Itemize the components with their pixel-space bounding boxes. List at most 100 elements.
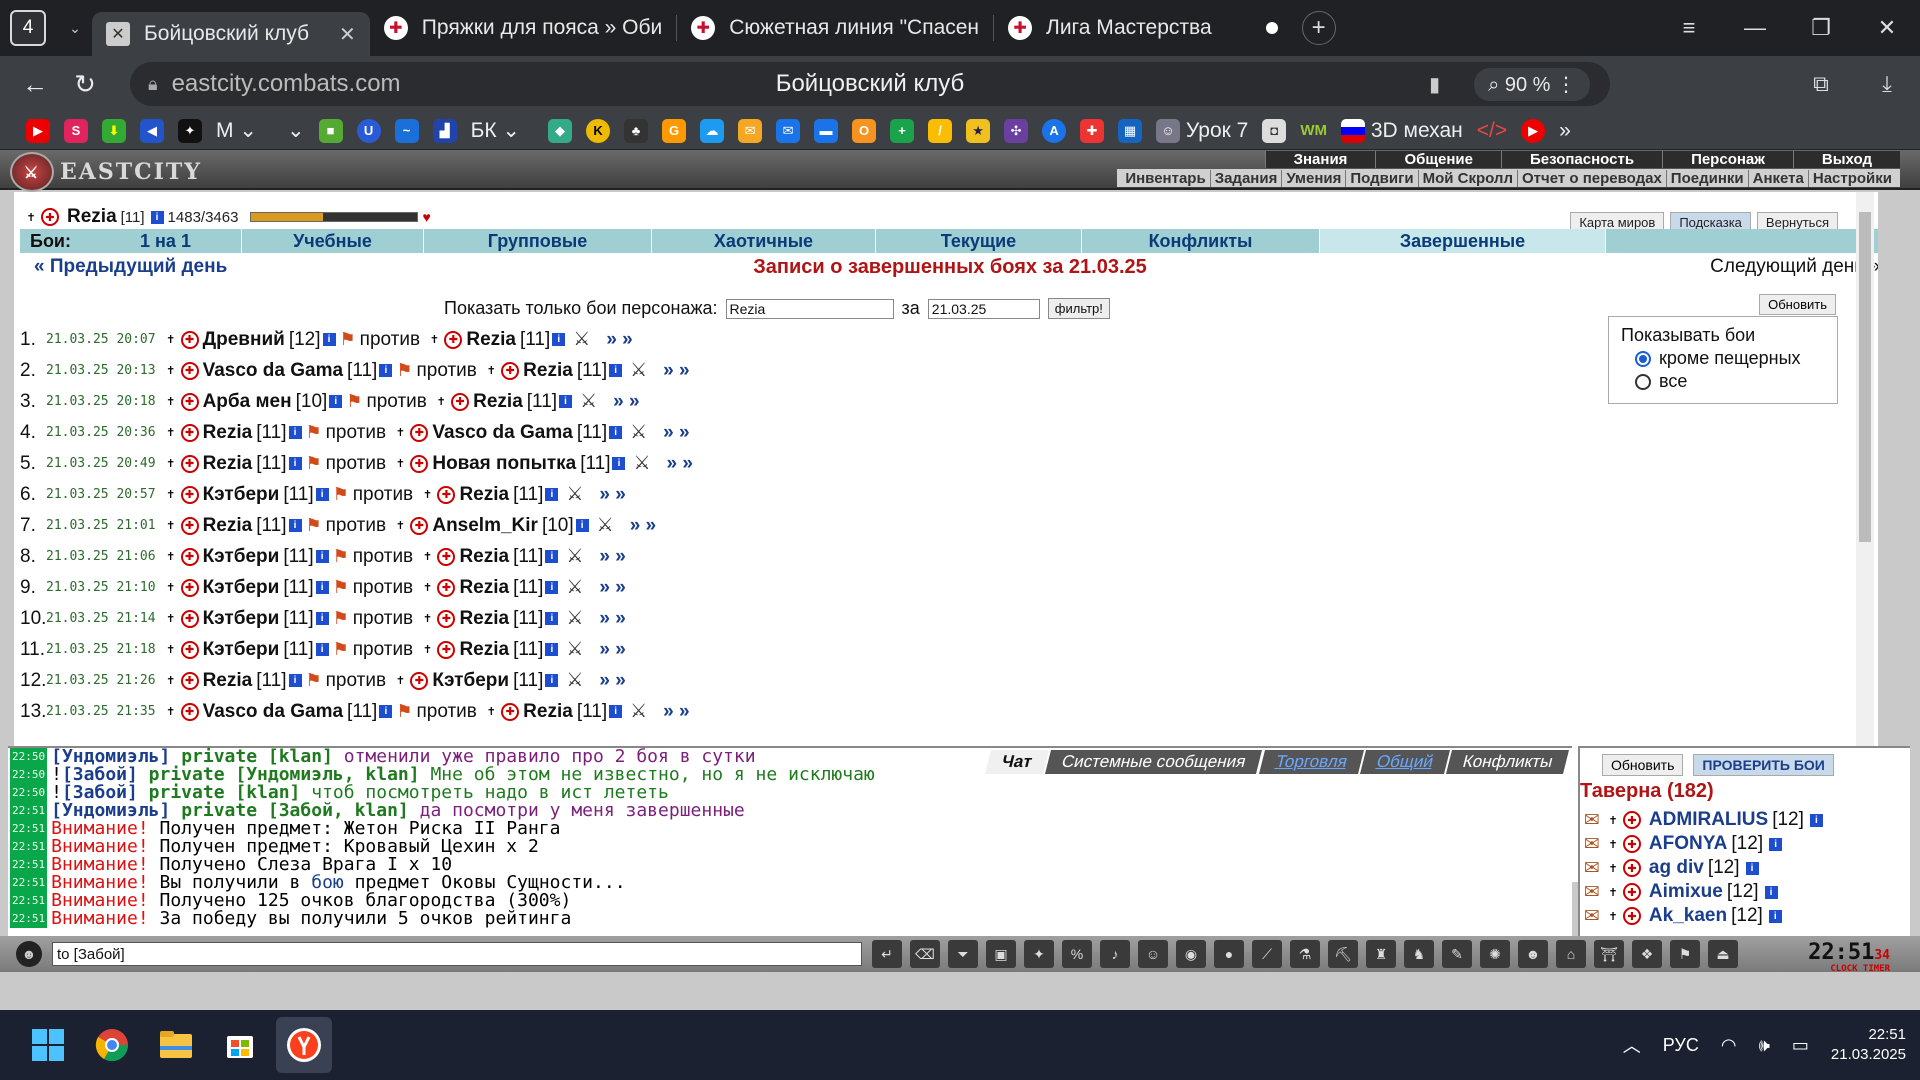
info-icon[interactable]: i [322,333,336,346]
store-app[interactable] [212,1017,268,1073]
restore-icon[interactable]: ❐ [1788,15,1854,41]
menu-character[interactable]: Персонаж [1662,151,1793,168]
option-all[interactable]: все [1621,371,1825,392]
chevron-up-icon[interactable]: ︿ [1623,1032,1641,1058]
fighter-icon[interactable]: ✦ [1024,940,1054,968]
info-icon[interactable]: i [545,674,559,687]
close-window-icon[interactable]: ✕ [1854,15,1920,41]
bookmark-k[interactable]: K [586,116,611,146]
bookmark-puzzle[interactable]: ✚ [1080,116,1105,146]
battle-log-link[interactable]: » » [606,329,632,351]
bottle-icon[interactable]: ♜ [1366,940,1396,968]
submenu-quests[interactable]: Задания [1211,169,1283,187]
bookmark-sound[interactable]: ◀ [140,116,164,146]
eraser-icon[interactable]: ⌫ [910,940,940,968]
info-icon[interactable]: i [379,705,393,718]
battle-log-link[interactable]: » » [663,701,689,723]
info-icon[interactable]: i [315,612,329,625]
info-icon[interactable]: i [545,612,559,625]
fighter-a-name[interactable]: Древний [203,329,285,351]
tab-finished[interactable]: Завершенные [1320,229,1606,253]
fighter-a-name[interactable]: Rezia [203,670,253,692]
fighter-b-name[interactable]: Rezia [459,639,509,661]
option-except-caves[interactable]: кроме пещерных [1621,348,1825,369]
info-icon[interactable]: i [150,210,164,224]
tab-1v1[interactable]: 1 на 1 [90,229,242,253]
bookmark-icon[interactable]: ▮ [1429,72,1440,97]
yandex-browser-app[interactable] [276,1017,332,1073]
info-icon[interactable]: i [1764,885,1778,899]
filter-button[interactable]: фильтр! [1047,298,1110,319]
player-name[interactable]: ADMIRALIUS [1649,809,1768,831]
chat-tab-system[interactable]: Системные сообщения [1045,750,1263,774]
submenu-scroll[interactable]: Мой Скролл [1419,169,1518,187]
pickaxe-icon[interactable]: ⛏ [1328,940,1358,968]
crossed-swords-icon[interactable]: ⚔ [566,607,583,630]
party-icon[interactable]: ✉ [1584,905,1600,928]
player-name[interactable]: ag div [1649,857,1704,879]
percent-icon[interactable]: % [1062,940,1092,968]
bookmark-folder-bk[interactable]: БК ⌄ [471,116,520,146]
volume-icon[interactable]: 🕪︎ [1759,1035,1770,1056]
tray-clock[interactable]: 22:51 21.03.2025 [1831,1025,1906,1065]
fighter-a-name[interactable]: Кэтбери [203,484,280,506]
info-icon[interactable]: i [609,364,623,377]
zoom-level[interactable]: ⌕ 90 % ⋮ [1474,67,1590,101]
chat-tab-trade[interactable]: Торговля [1258,750,1364,774]
menu-knowledge[interactable]: Знания [1264,151,1376,168]
camera-icon[interactable]: ◉ [1176,940,1206,968]
magic-icon[interactable]: ✺ [1480,940,1510,968]
battle-log-link[interactable]: » » [599,546,625,568]
wifi-icon[interactable]: ◠ [1721,1035,1737,1056]
tab-chaotic[interactable]: Хаотичные [652,229,876,253]
fighter-a-name[interactable]: Vasco da Gama [203,360,343,382]
scrollbar-thumb[interactable] [1859,212,1871,542]
party-icon[interactable]: ✉ [1584,881,1600,904]
tab-conflicts[interactable]: Конфликты [1082,229,1320,253]
tab-count-button[interactable]: 4 [10,10,46,46]
submenu-profile[interactable]: Анкета [1749,169,1809,187]
fighter-a-name[interactable]: Rezia [203,422,253,444]
crossed-swords-icon[interactable]: ⚔ [566,576,583,599]
info-icon[interactable]: i [545,581,559,594]
battle-log-link[interactable]: » » [667,453,693,475]
bookmark-star[interactable]: ✦ [178,116,202,146]
menu-icon[interactable]: ≡ [1656,15,1722,41]
date-input[interactable]: 21.03.25 [927,298,1040,319]
fighter-b-name[interactable]: Новая попытка [432,453,576,475]
fighter-a-name[interactable]: Rezia [203,515,253,537]
info-icon[interactable]: i [315,581,329,594]
check-battles-button[interactable]: ПРОВЕРИТЬ БОИ [1693,754,1834,776]
battle-log-link[interactable]: » » [663,422,689,444]
info-icon[interactable]: i [379,364,393,377]
info-icon[interactable]: i [288,426,302,439]
battle-log-link[interactable]: » » [599,577,625,599]
bookmark-youtube2[interactable]: ▶ [1521,116,1546,146]
info-icon[interactable]: i [552,333,566,346]
player-row[interactable]: ✉ ✝ ✚ AFONYA [12] i [1584,832,1823,856]
battle-log-link[interactable]: » » [630,515,656,537]
info-icon[interactable]: i [545,488,559,501]
bookmark-mouse[interactable]: ♣ [624,116,649,146]
scroll-icon[interactable]: ✎ [1442,940,1472,968]
fighter-b-name[interactable]: Rezia [459,608,509,630]
download-icon[interactable]: ⤓ [1854,71,1920,97]
info-icon[interactable]: i [559,395,573,408]
chat-tab-chat[interactable]: Чат [985,750,1050,774]
bookmark-ads[interactable]: / [928,116,953,146]
character-name-input[interactable]: Rezia [725,298,894,319]
fighter-b-name[interactable]: Rezia [459,546,509,568]
flag-icon[interactable]: ⚑ [1670,940,1700,968]
info-icon[interactable]: i [315,488,329,501]
fighter-a-name[interactable]: Кэтбери [203,639,280,661]
radio-unchecked[interactable] [1635,373,1651,390]
bookmark-minecraft[interactable]: ■ [318,116,343,146]
info-icon[interactable]: i [315,643,329,656]
radio-checked[interactable] [1635,350,1651,367]
player-name[interactable]: AFONYA [1649,833,1727,855]
chat-message-input[interactable]: to [Забой] [52,942,862,966]
crossed-swords-icon[interactable]: ⚔ [630,700,647,723]
tab-current[interactable]: Текущие [876,229,1082,253]
reload-icon[interactable]: ↻ [60,69,110,100]
crossed-swords-icon[interactable]: ⚔ [566,638,583,661]
